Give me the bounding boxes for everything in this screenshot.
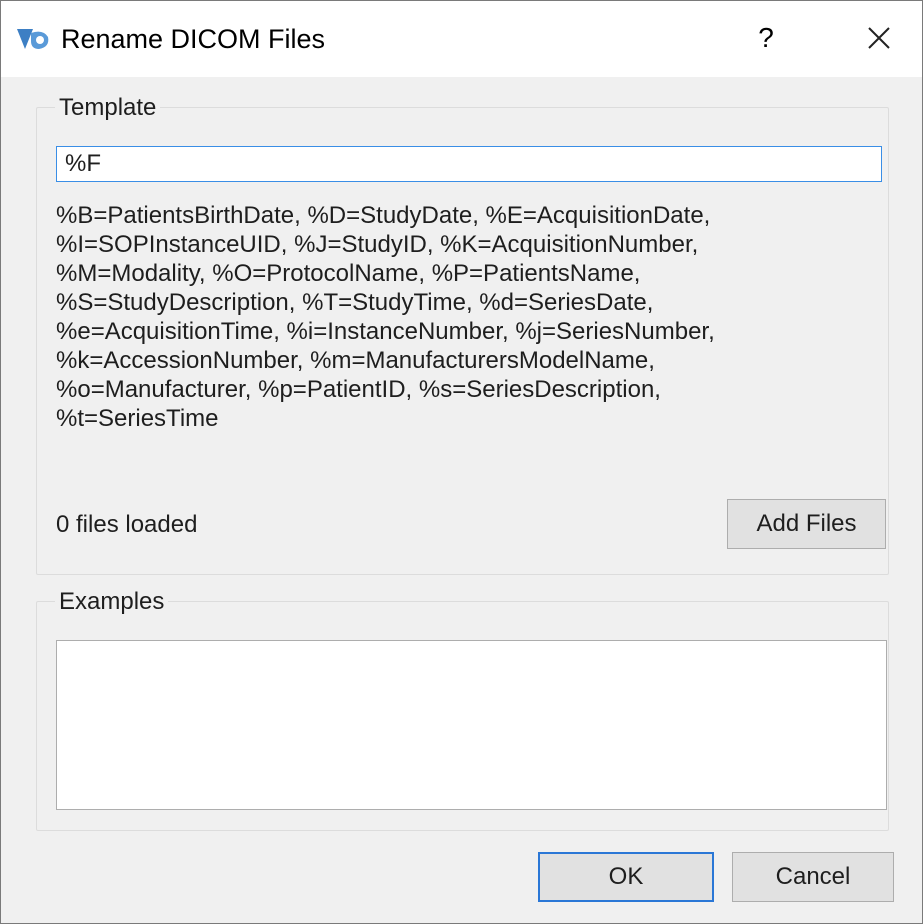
- legend-line: %k=AccessionNumber, %m=ManufacturersMode…: [56, 347, 655, 374]
- rename-dicom-dialog: Rename DICOM Files ? Template %B=Patient…: [0, 0, 923, 924]
- close-button[interactable]: [849, 15, 909, 61]
- app-logo-icon: [17, 29, 49, 49]
- template-input[interactable]: [56, 146, 882, 182]
- legend-line: %t=SeriesTime: [56, 405, 219, 432]
- ok-button[interactable]: OK: [538, 852, 714, 902]
- template-group-title: Template: [55, 92, 161, 124]
- cancel-button[interactable]: Cancel: [732, 852, 894, 902]
- files-loaded-status: 0 files loaded: [56, 511, 198, 538]
- window-title: Rename DICOM Files: [61, 24, 326, 54]
- examples-group-title: Examples: [55, 586, 169, 618]
- examples-list[interactable]: [56, 640, 887, 810]
- add-files-button[interactable]: Add Files: [727, 499, 886, 549]
- legend-line: %e=AcquisitionTime, %i=InstanceNumber, %…: [56, 318, 715, 345]
- close-icon: [868, 27, 890, 49]
- legend-line: %S=StudyDescription, %T=StudyTime, %d=Se…: [56, 289, 654, 316]
- help-button[interactable]: ?: [741, 15, 791, 61]
- legend-line: %B=PatientsBirthDate, %D=StudyDate, %E=A…: [56, 202, 711, 229]
- legend-line: %M=Modality, %O=ProtocolName, %P=Patient…: [56, 260, 641, 287]
- template-legend: %B=PatientsBirthDate, %D=StudyDate, %E=A…: [56, 201, 876, 433]
- legend-line: %o=Manufacturer, %p=PatientID, %s=Series…: [56, 376, 661, 403]
- legend-line: %I=SOPInstanceUID, %J=StudyID, %K=Acquis…: [56, 231, 699, 258]
- title-bar[interactable]: Rename DICOM Files ?: [1, 1, 922, 77]
